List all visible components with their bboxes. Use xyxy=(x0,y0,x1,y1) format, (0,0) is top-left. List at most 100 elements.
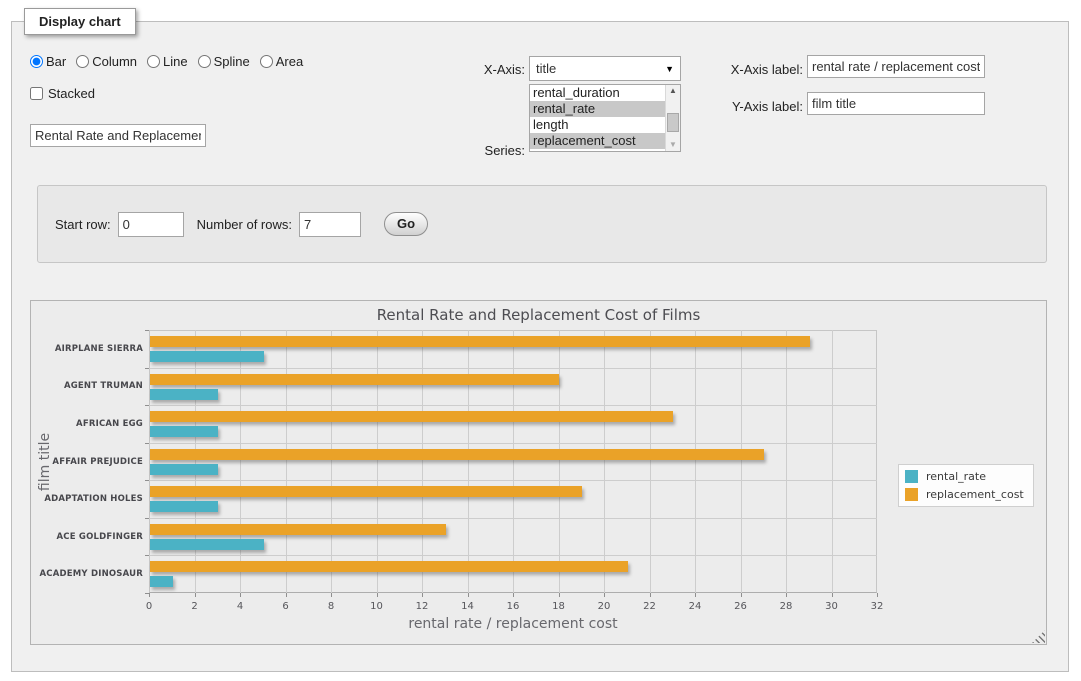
chart-type-option-spline[interactable]: Spline xyxy=(198,54,250,69)
x-tick-label: 24 xyxy=(678,601,712,612)
series-option-rental_rate[interactable]: rental_rate xyxy=(530,101,665,117)
scrollbar-thumb[interactable] xyxy=(667,113,679,132)
category-label: ACADEMY DINOSAUR xyxy=(31,569,143,579)
x-axis-label-caption: X-Axis label: xyxy=(703,62,803,77)
gridline-vertical xyxy=(422,330,423,593)
chart-type-radio-line[interactable] xyxy=(147,55,160,68)
gridline-vertical xyxy=(786,330,787,593)
gridline-horizontal xyxy=(149,405,877,406)
num-rows-input[interactable] xyxy=(299,212,361,237)
chart-type-label: Area xyxy=(276,54,303,69)
chart-type-option-line[interactable]: Line xyxy=(147,54,188,69)
chart-type-radio-area[interactable] xyxy=(260,55,273,68)
resize-grip-icon[interactable] xyxy=(1032,630,1045,643)
bar-rental_rate xyxy=(150,576,173,587)
gridline-vertical xyxy=(468,330,469,593)
y-axis-label-input[interactable] xyxy=(807,92,985,115)
x-tick-label: 18 xyxy=(542,601,576,612)
x-tick-label: 6 xyxy=(269,601,303,612)
y-tick-mark xyxy=(145,443,149,444)
gridline-horizontal xyxy=(149,555,877,556)
x-tick-mark xyxy=(468,593,469,597)
chart-type-label: Line xyxy=(163,54,188,69)
category-label: AFFAIR PREJUDICE xyxy=(31,457,143,467)
series-option-rental_duration[interactable]: rental_duration xyxy=(530,85,665,101)
bar-rental_rate xyxy=(150,501,218,512)
legend-label: replacement_cost xyxy=(926,488,1024,501)
x-tick-mark xyxy=(695,593,696,597)
chart-type-radio-spline[interactable] xyxy=(198,55,211,68)
x-tick-label: 30 xyxy=(815,601,849,612)
gridline-vertical xyxy=(331,330,332,593)
x-axis-label-input[interactable] xyxy=(807,55,985,78)
x-tick-mark xyxy=(331,593,332,597)
bar-replacement_cost xyxy=(150,336,810,347)
chart-type-option-area[interactable]: Area xyxy=(260,54,303,69)
series-multiselect[interactable]: rental_durationrental_ratelengthreplacem… xyxy=(529,84,681,152)
x-tick-mark xyxy=(604,593,605,597)
legend-item-rental_rate: rental_rate xyxy=(905,470,1024,483)
panel-legend: Display chart xyxy=(24,8,136,35)
scrollbar-track[interactable] xyxy=(666,97,680,139)
legend-label: rental_rate xyxy=(926,470,986,483)
chart-title-input[interactable] xyxy=(30,124,206,147)
y-tick-mark xyxy=(145,518,149,519)
x-tick-label: 28 xyxy=(769,601,803,612)
x-tick-label: 8 xyxy=(314,601,348,612)
y-tick-mark xyxy=(145,368,149,369)
chart-type-label: Bar xyxy=(46,54,66,69)
bar-replacement_cost xyxy=(150,524,446,535)
chart-type-label: Spline xyxy=(214,54,250,69)
series-options: rental_durationrental_ratelengthreplacem… xyxy=(530,85,665,151)
bar-replacement_cost xyxy=(150,486,582,497)
stacked-label: Stacked xyxy=(48,86,95,101)
y-tick-mark xyxy=(145,405,149,406)
rows-control-bar: Start row: Number of rows: Go xyxy=(37,185,1047,263)
x-tick-mark xyxy=(513,593,514,597)
stacked-option[interactable]: Stacked xyxy=(30,86,95,101)
scroll-up-icon[interactable]: ▲ xyxy=(669,85,677,97)
gridline-vertical xyxy=(513,330,514,593)
chart-legend: rental_rate replacement_cost xyxy=(898,464,1034,507)
start-row-input[interactable] xyxy=(118,212,184,237)
x-tick-mark xyxy=(877,593,878,597)
scroll-down-icon[interactable]: ▼ xyxy=(669,139,677,151)
chart-title: Rental Rate and Replacement Cost of Film… xyxy=(31,306,1046,324)
chart-type-label: Column xyxy=(92,54,137,69)
x-axis-select[interactable]: title ▼ xyxy=(529,56,681,81)
y-tick-mark xyxy=(145,593,149,594)
gridline-horizontal xyxy=(149,368,877,369)
series-scrollbar[interactable]: ▲ ▼ xyxy=(665,85,680,151)
x-tick-mark xyxy=(559,593,560,597)
category-label: AIRPLANE SIERRA xyxy=(31,344,143,354)
y-tick-mark xyxy=(145,555,149,556)
chart-type-option-column[interactable]: Column xyxy=(76,54,137,69)
x-tick-label: 4 xyxy=(223,601,257,612)
x-tick-label: 0 xyxy=(132,601,166,612)
x-tick-mark xyxy=(832,593,833,597)
go-button[interactable]: Go xyxy=(384,212,428,236)
bar-replacement_cost xyxy=(150,449,764,460)
x-tick-label: 2 xyxy=(178,601,212,612)
chart-type-radio-bar[interactable] xyxy=(30,55,43,68)
bar-replacement_cost xyxy=(150,374,559,385)
chevron-down-icon: ▼ xyxy=(665,64,674,74)
start-row-label: Start row: xyxy=(55,217,111,232)
x-tick-mark xyxy=(377,593,378,597)
gridline-vertical xyxy=(286,330,287,593)
gridline-vertical xyxy=(604,330,605,593)
y-tick-mark xyxy=(145,480,149,481)
x-tick-label: 16 xyxy=(496,601,530,612)
series-option-length[interactable]: length xyxy=(530,117,665,133)
gridline-vertical xyxy=(650,330,651,593)
chart-type-radio-column[interactable] xyxy=(76,55,89,68)
y-axis-label-caption: Y-Axis label: xyxy=(703,99,803,114)
stacked-checkbox[interactable] xyxy=(30,87,43,100)
chart-area: Rental Rate and Replacement Cost of Film… xyxy=(30,300,1047,645)
series-option-replacement_cost[interactable]: replacement_cost xyxy=(530,133,665,149)
gridline-horizontal xyxy=(149,518,877,519)
category-label: AGENT TRUMAN xyxy=(31,381,143,391)
chart-type-option-bar[interactable]: Bar xyxy=(30,54,66,69)
x-tick-label: 10 xyxy=(360,601,394,612)
gridline-horizontal xyxy=(149,480,877,481)
